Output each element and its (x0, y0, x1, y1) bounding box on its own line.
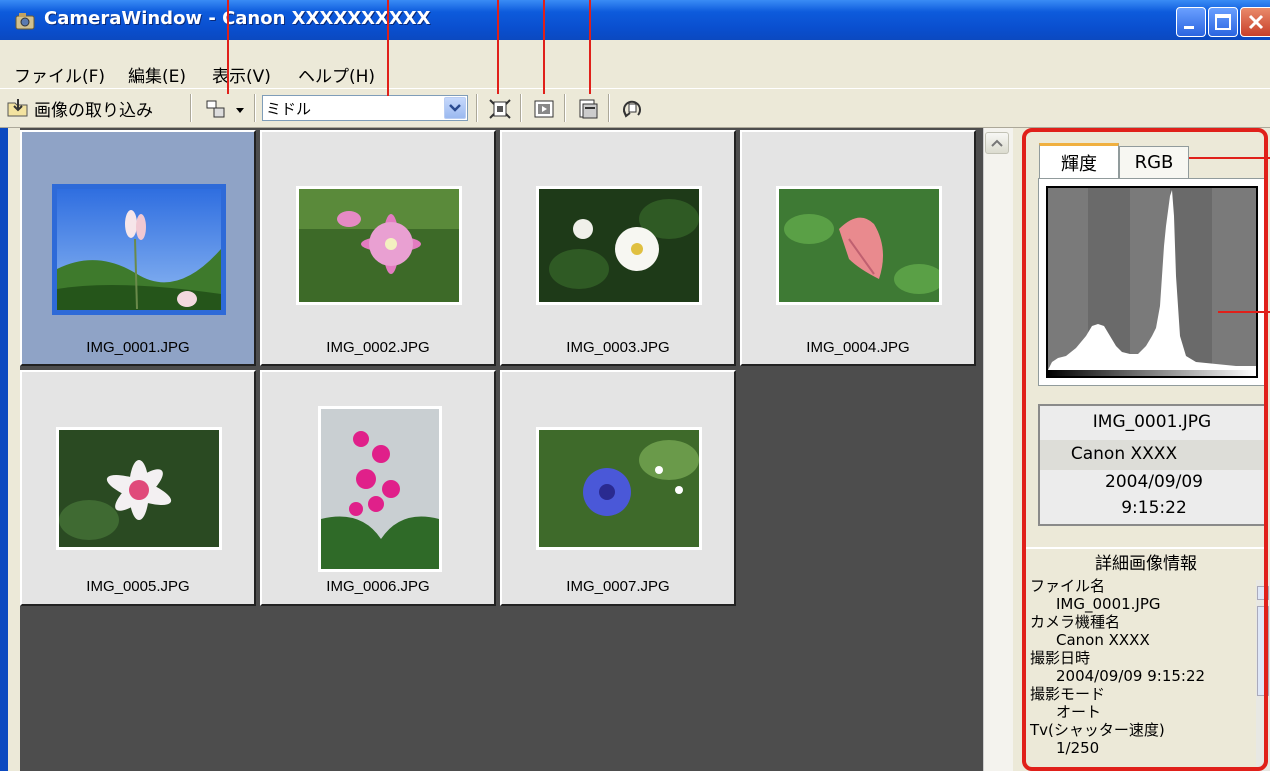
window-title: CameraWindow - Canon XXXXXXXXXX (44, 8, 431, 29)
maximize-icon (1215, 14, 1231, 30)
menu-bar (0, 56, 1270, 88)
callout-line (227, 0, 229, 94)
callout-line (497, 0, 499, 94)
thumbnail-label: IMG_0001.JPG (86, 339, 190, 356)
import-images-label: 画像の取り込み (34, 100, 153, 121)
callout-line (543, 0, 545, 94)
thumbnail-image[interactable] (536, 427, 702, 550)
thumbnail-label: IMG_0002.JPG (326, 339, 430, 356)
thumbnail-image[interactable] (318, 406, 442, 572)
chevron-up-icon (991, 139, 1003, 147)
callout-line (589, 0, 591, 94)
fit-view-icon[interactable] (488, 97, 512, 121)
toolbar-separator (564, 94, 566, 122)
import-images-button[interactable]: 画像の取り込み (6, 94, 153, 122)
toolbar-separator (254, 94, 256, 122)
minimize-button[interactable] (1176, 7, 1206, 37)
import-folder-icon (7, 99, 28, 117)
toolbar-separator (476, 94, 478, 122)
slideshow-icon[interactable] (532, 97, 556, 121)
maximize-button[interactable] (1208, 7, 1238, 37)
menu-help[interactable]: ヘルプ(H) (298, 62, 375, 87)
display-mode-icon[interactable] (204, 97, 228, 121)
window-frame (8, 128, 20, 771)
gallery-scrollbar[interactable] (983, 128, 1013, 771)
minimize-icon (1184, 26, 1194, 29)
thumbnail-size-value: ミドル (266, 100, 312, 118)
toolbar-separator (608, 94, 610, 122)
chevron-down-icon (449, 104, 461, 112)
thumbnail-label: IMG_0007.JPG (566, 578, 670, 595)
combo-dropdown-button[interactable] (444, 97, 466, 119)
callout-line (1189, 157, 1270, 159)
menu-file[interactable]: ファイル(F) (14, 62, 105, 87)
menu-view[interactable]: 表示(V) (212, 62, 271, 87)
thumbnail-image[interactable] (776, 186, 942, 305)
window-border (0, 128, 8, 771)
thumbnail-label: IMG_0004.JPG (806, 339, 910, 356)
toolbar-separator (520, 94, 522, 122)
thumbnail-label: IMG_0005.JPG (86, 578, 190, 595)
print-icon[interactable] (576, 97, 600, 121)
menu-edit[interactable]: 編集(E) (128, 62, 186, 87)
close-button[interactable] (1240, 7, 1270, 37)
toolbar-separator (190, 94, 192, 122)
callout-line (1218, 311, 1270, 313)
menu-bar-spacer (0, 40, 1270, 56)
close-icon (1248, 14, 1264, 30)
thumbnail-image[interactable] (56, 427, 222, 550)
thumbnail-image[interactable] (536, 186, 702, 305)
thumbnail-label: IMG_0006.JPG (326, 578, 430, 595)
thumbnail-image[interactable] (52, 184, 226, 315)
thumbnail-label: IMG_0003.JPG (566, 339, 670, 356)
rotate-icon[interactable] (620, 97, 644, 121)
thumbnail-image[interactable] (296, 186, 462, 305)
scroll-up-button[interactable] (985, 132, 1009, 154)
callout-line (387, 0, 389, 96)
panel-highlight (1022, 128, 1268, 771)
camera-window-app-icon (15, 13, 35, 30)
dropdown-arrow-icon[interactable] (234, 105, 246, 115)
